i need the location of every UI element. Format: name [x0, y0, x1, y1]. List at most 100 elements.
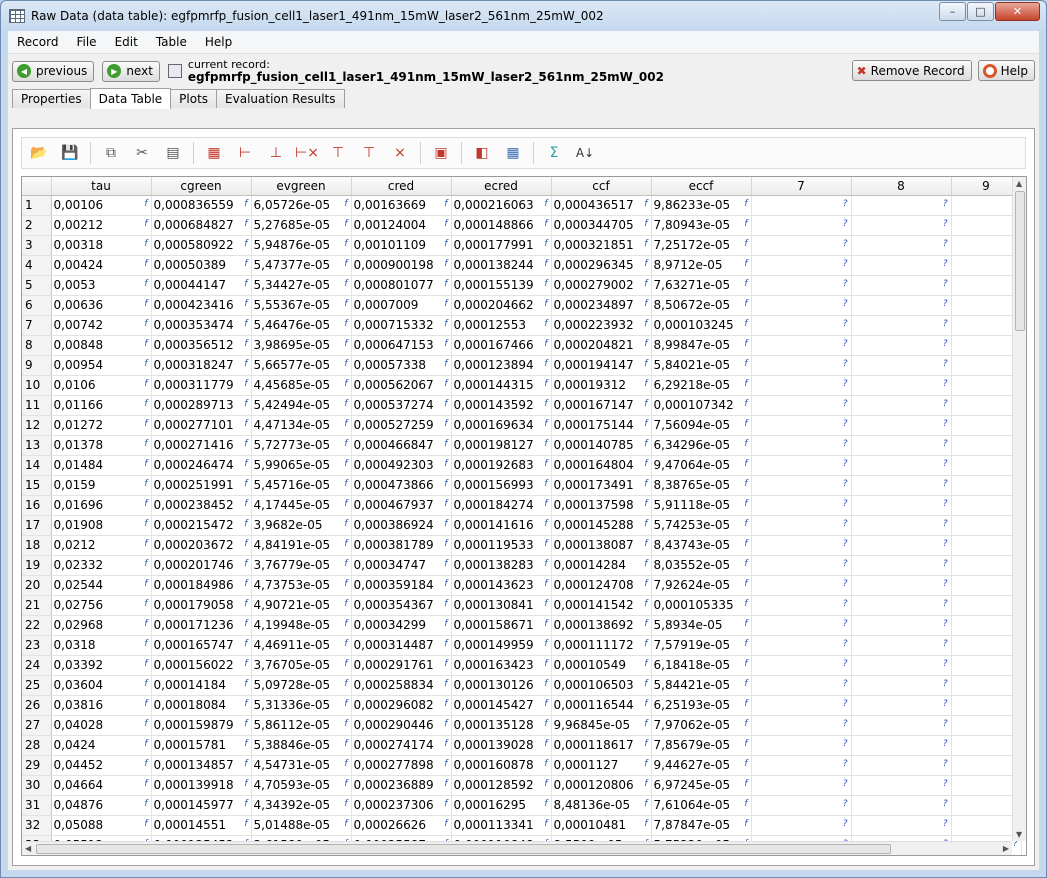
table-cell[interactable]: 0,000473866 f: [351, 475, 452, 496]
table-cell[interactable]: 0,000238452 f: [151, 495, 252, 516]
table-cell[interactable]: 5,84421e-05 f: [651, 675, 752, 696]
paste-icon[interactable]: ▤: [162, 142, 184, 164]
table-cell[interactable]: 0,000128592 f: [451, 775, 552, 796]
table-cell[interactable]: 0,000436517 f: [551, 195, 652, 216]
table-cell[interactable]: 0,04452 f: [51, 755, 152, 776]
table-cell[interactable]: 0,000900198 f: [351, 255, 452, 276]
corner-header[interactable]: [22, 177, 52, 196]
table-cell[interactable]: ?: [751, 775, 852, 796]
table-cell[interactable]: 0,00848 f: [51, 335, 152, 356]
table-cell[interactable]: 4,73753e-05 f: [251, 575, 352, 596]
table-cell[interactable]: 7,97062e-05 f: [651, 715, 752, 736]
row-header[interactable]: 5: [22, 275, 52, 296]
menu-table[interactable]: Table: [147, 35, 196, 49]
row-header[interactable]: 25: [22, 675, 52, 696]
table-cell[interactable]: 0,000139028 f: [451, 735, 552, 756]
table-cell[interactable]: 0,000171236 f: [151, 615, 252, 636]
table-cell[interactable]: 6,25193e-05 f: [651, 695, 752, 716]
row-header[interactable]: 8: [22, 335, 52, 356]
table-cell[interactable]: 9,44627e-05 f: [651, 755, 752, 776]
table-cell[interactable]: 0,03604 f: [51, 675, 152, 696]
table-cell[interactable]: 5,27685e-05 f: [251, 215, 352, 236]
table-cell[interactable]: 0,000251991 f: [151, 475, 252, 496]
table-cell[interactable]: 4,45685e-05 f: [251, 375, 352, 396]
table-cell[interactable]: ?: [851, 695, 952, 716]
table-cell[interactable]: 0,000111172 f: [551, 635, 652, 656]
table-cell[interactable]: 0,000116544 f: [551, 695, 652, 716]
table-cell[interactable]: 0,00014551 f: [151, 815, 252, 836]
table-cell[interactable]: 7,25172e-05 f: [651, 235, 752, 256]
row-header[interactable]: 26: [22, 695, 52, 716]
table-cell[interactable]: 0,000296082 f: [351, 695, 452, 716]
table-cell[interactable]: 0,000165747 f: [151, 635, 252, 656]
table-icon[interactable]: ▦: [502, 142, 524, 164]
table-cell[interactable]: ?: [951, 695, 1022, 716]
table-cell[interactable]: 0,000123894 f: [451, 355, 552, 376]
table-cell[interactable]: 0,000344705 f: [551, 215, 652, 236]
table-cell[interactable]: 0,000105335 f: [651, 595, 752, 616]
column-header[interactable]: ccf: [551, 177, 652, 196]
table-cell[interactable]: ?: [851, 515, 952, 536]
table-cell[interactable]: ?: [851, 215, 952, 236]
table-cell[interactable]: 5,72773e-05 f: [251, 435, 352, 456]
column-header[interactable]: cgreen: [151, 177, 252, 196]
table-cell[interactable]: ?: [751, 315, 852, 336]
table-cell[interactable]: ?: [951, 335, 1022, 356]
table-cell[interactable]: ?: [951, 295, 1022, 316]
help-button[interactable]: Help: [977, 60, 1035, 81]
table-cell[interactable]: ?: [851, 715, 952, 736]
table-cell[interactable]: ?: [951, 735, 1022, 756]
table-cell[interactable]: ?: [851, 395, 952, 416]
table-cell[interactable]: 0,000119533 f: [451, 535, 552, 556]
table-cell[interactable]: ?: [751, 595, 852, 616]
table-cell[interactable]: ?: [951, 215, 1022, 236]
title-bar[interactable]: Raw Data (data table): egfpmrfp_fusion_c…: [1, 1, 1046, 31]
row-header[interactable]: 31: [22, 795, 52, 816]
tab-plots[interactable]: Plots: [170, 89, 218, 108]
table-cell[interactable]: 0,000381789 f: [351, 535, 452, 556]
table-cell[interactable]: 0,00015781 f: [151, 735, 252, 756]
row-header[interactable]: 9: [22, 355, 52, 376]
table-cell[interactable]: 7,57919e-05 f: [651, 635, 752, 656]
scroll-left-icon[interactable]: ◀: [25, 844, 31, 853]
table-cell[interactable]: 0,00050389 f: [151, 255, 252, 276]
table-cell[interactable]: ?: [751, 715, 852, 736]
row-header[interactable]: 17: [22, 515, 52, 536]
table-cell[interactable]: 0,00010549 f: [551, 655, 652, 676]
table-cell[interactable]: 0,000386924 f: [351, 515, 452, 536]
row-header[interactable]: 27: [22, 715, 52, 736]
table-cell[interactable]: 0,00636 f: [51, 295, 152, 316]
table-cell[interactable]: 0,01484 f: [51, 455, 152, 476]
table-cell[interactable]: 6,05726e-05 f: [251, 195, 352, 216]
table-cell[interactable]: 0,000130841 f: [451, 595, 552, 616]
table-cell[interactable]: ?: [951, 475, 1022, 496]
table-cell[interactable]: 0,04876 f: [51, 795, 152, 816]
column-header[interactable]: 7: [751, 177, 852, 196]
table-cell[interactable]: ?: [751, 675, 852, 696]
table-cell[interactable]: 0,00014184 f: [151, 675, 252, 696]
table-cell[interactable]: ?: [851, 415, 952, 436]
table-cell[interactable]: 0,000155139 f: [451, 275, 552, 296]
table-cell[interactable]: 0,000356512 f: [151, 335, 252, 356]
table-cell[interactable]: ?: [751, 395, 852, 416]
table-cell[interactable]: 0,000314487 f: [351, 635, 452, 656]
table-cell[interactable]: ?: [951, 275, 1022, 296]
maximize-button[interactable]: □: [967, 2, 994, 21]
table-cell[interactable]: 0,000359184 f: [351, 575, 452, 596]
table-cell[interactable]: 0,000130126 f: [451, 675, 552, 696]
table-cell[interactable]: 0,01696 f: [51, 495, 152, 516]
table-cell[interactable]: ?: [851, 755, 952, 776]
sort-icon[interactable]: A↓: [574, 142, 596, 164]
scroll-up-icon[interactable]: ▲: [1016, 179, 1022, 188]
scroll-down-icon[interactable]: ▼: [1016, 830, 1022, 839]
table-cell[interactable]: ?: [851, 595, 952, 616]
table-cell[interactable]: 7,56094e-05 f: [651, 415, 752, 436]
table-cell[interactable]: ?: [951, 595, 1022, 616]
table-cell[interactable]: 0,00034299 f: [351, 615, 452, 636]
table-cell[interactable]: 0,000143623 f: [451, 575, 552, 596]
table-cell[interactable]: 0,00012553 f: [451, 315, 552, 336]
table-cell[interactable]: ?: [751, 635, 852, 656]
table-cell[interactable]: ?: [751, 335, 852, 356]
table-cell[interactable]: 0,000113341 f: [451, 815, 552, 836]
tab-evaluation-results[interactable]: Evaluation Results: [216, 89, 345, 108]
